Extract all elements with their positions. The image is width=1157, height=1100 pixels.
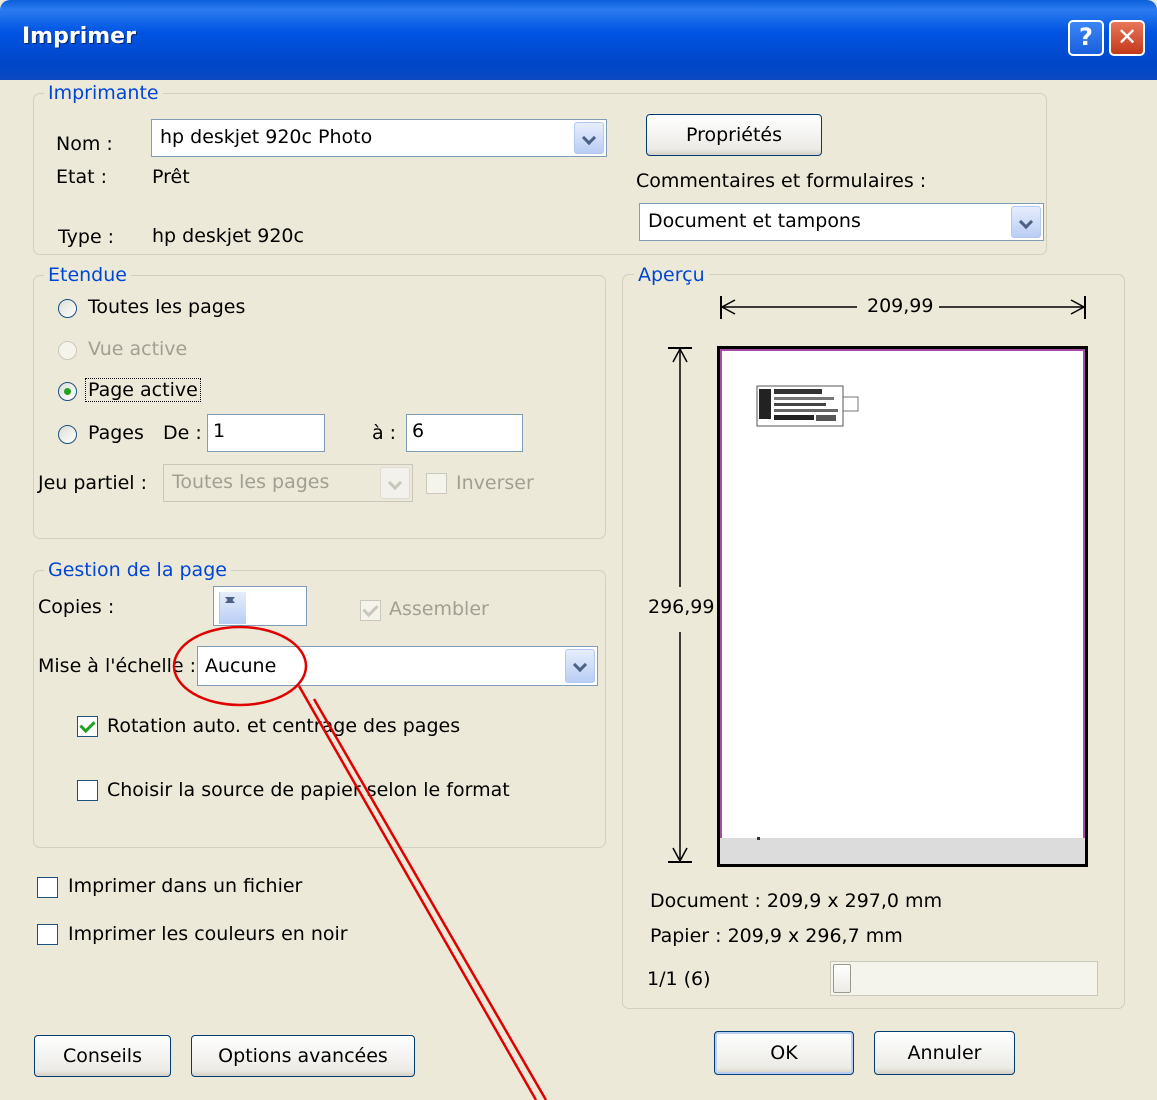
slider-thumb[interactable]	[833, 964, 851, 993]
chevron-down-icon[interactable]	[574, 122, 604, 154]
printer-status-label: Etat :	[56, 166, 107, 188]
to-page-value: 6	[412, 420, 425, 442]
close-icon[interactable]: ✕	[1109, 20, 1145, 56]
title-bar[interactable]: Imprimer ? ✕	[0, 0, 1157, 80]
chevron-down-icon[interactable]	[1011, 206, 1041, 238]
scaling-value: Aucune	[205, 655, 277, 677]
height-value: 296,99	[648, 596, 715, 618]
subset-label: Jeu partiel :	[38, 472, 148, 494]
reverse-label: Inverser	[456, 472, 534, 494]
reverse-checkbox	[426, 473, 447, 494]
chevron-down-icon[interactable]	[565, 649, 595, 683]
auto-rotate-checkbox[interactable]	[77, 716, 98, 737]
print-to-file-label: Imprimer dans un fichier	[68, 875, 303, 897]
spinner-icon[interactable]	[219, 592, 246, 624]
comments-select[interactable]: Document et tampons	[639, 203, 1044, 241]
print-dialog: Imprimer ? ✕ Imprimante Nom : hp deskjet…	[0, 0, 1157, 1100]
active-page-label: Page active	[85, 378, 201, 402]
ok-button[interactable]: OK	[714, 1031, 854, 1075]
radio-pages[interactable]	[58, 425, 77, 444]
advanced-options-button[interactable]: Options avancées	[191, 1035, 415, 1077]
radio-selected-dot	[64, 388, 71, 395]
collate-label: Assembler	[389, 598, 489, 620]
paper-source-checkbox[interactable]	[77, 780, 98, 801]
scaling-select[interactable]: Aucune	[197, 646, 598, 686]
cancel-button[interactable]: Annuler	[874, 1031, 1015, 1075]
printer-type-label: Type :	[58, 226, 115, 248]
chevron-down-icon	[380, 467, 410, 499]
width-value: 209,99	[867, 295, 934, 317]
page-counter: 1/1 (6)	[647, 968, 711, 990]
radio-all-pages[interactable]	[58, 299, 77, 318]
help-icon[interactable]: ?	[1068, 20, 1104, 56]
comments-label: Commentaires et formulaires :	[636, 170, 927, 192]
printer-status-value: Prêt	[152, 166, 190, 188]
subset-select: Toutes les pages	[163, 464, 413, 502]
preview-group-title: Aperçu	[634, 264, 709, 286]
print-to-file-checkbox[interactable]	[37, 877, 58, 898]
scaling-label: Mise à l'échelle :	[38, 655, 197, 677]
to-page-input[interactable]: 6	[406, 414, 523, 452]
page-slider[interactable]	[830, 961, 1098, 996]
print-colors-black-label: Imprimer les couleurs en noir	[68, 923, 348, 945]
from-page-input[interactable]: 1	[207, 414, 325, 452]
to-label: à :	[372, 422, 397, 444]
page-dot	[757, 837, 760, 840]
page-handling-group-title: Gestion de la page	[44, 559, 231, 581]
window-title: Imprimer	[22, 24, 136, 49]
document-size: Document : 209,9 x 297,0 mm	[650, 890, 943, 912]
page-content-thumbnail	[756, 385, 859, 427]
subset-value: Toutes les pages	[172, 471, 330, 493]
from-label: De :	[163, 422, 202, 444]
printer-name-select[interactable]: hp deskjet 920c Photo	[151, 119, 607, 157]
printer-type-value: hp deskjet 920c	[152, 225, 304, 247]
comments-value: Document et tampons	[648, 210, 861, 232]
printer-group-title: Imprimante	[44, 82, 163, 104]
page-handling-group	[33, 570, 606, 848]
paper-source-label: Choisir la source de papier selon le for…	[107, 779, 510, 801]
page-preview	[717, 346, 1088, 867]
printer-name-value: hp deskjet 920c Photo	[160, 126, 373, 148]
auto-rotate-label: Rotation auto. et centrage des pages	[107, 715, 461, 737]
radio-active-page[interactable]	[58, 382, 77, 401]
active-view-label: Vue active	[88, 338, 188, 360]
tips-button[interactable]: Conseils	[34, 1035, 171, 1077]
from-page-value: 1	[213, 420, 226, 442]
print-colors-black-checkbox[interactable]	[37, 924, 58, 945]
radio-active-view	[58, 341, 77, 360]
printer-name-label: Nom :	[56, 133, 113, 155]
pages-label: Pages	[88, 422, 144, 444]
copies-input[interactable]: 1	[213, 586, 307, 626]
copies-label: Copies :	[38, 596, 115, 618]
paper-size: Papier : 209,9 x 296,7 mm	[650, 925, 903, 947]
collate-checkbox	[360, 600, 381, 621]
properties-button[interactable]: Propriétés	[646, 114, 822, 156]
range-group-title: Etendue	[44, 264, 131, 286]
all-pages-label: Toutes les pages	[88, 296, 246, 318]
